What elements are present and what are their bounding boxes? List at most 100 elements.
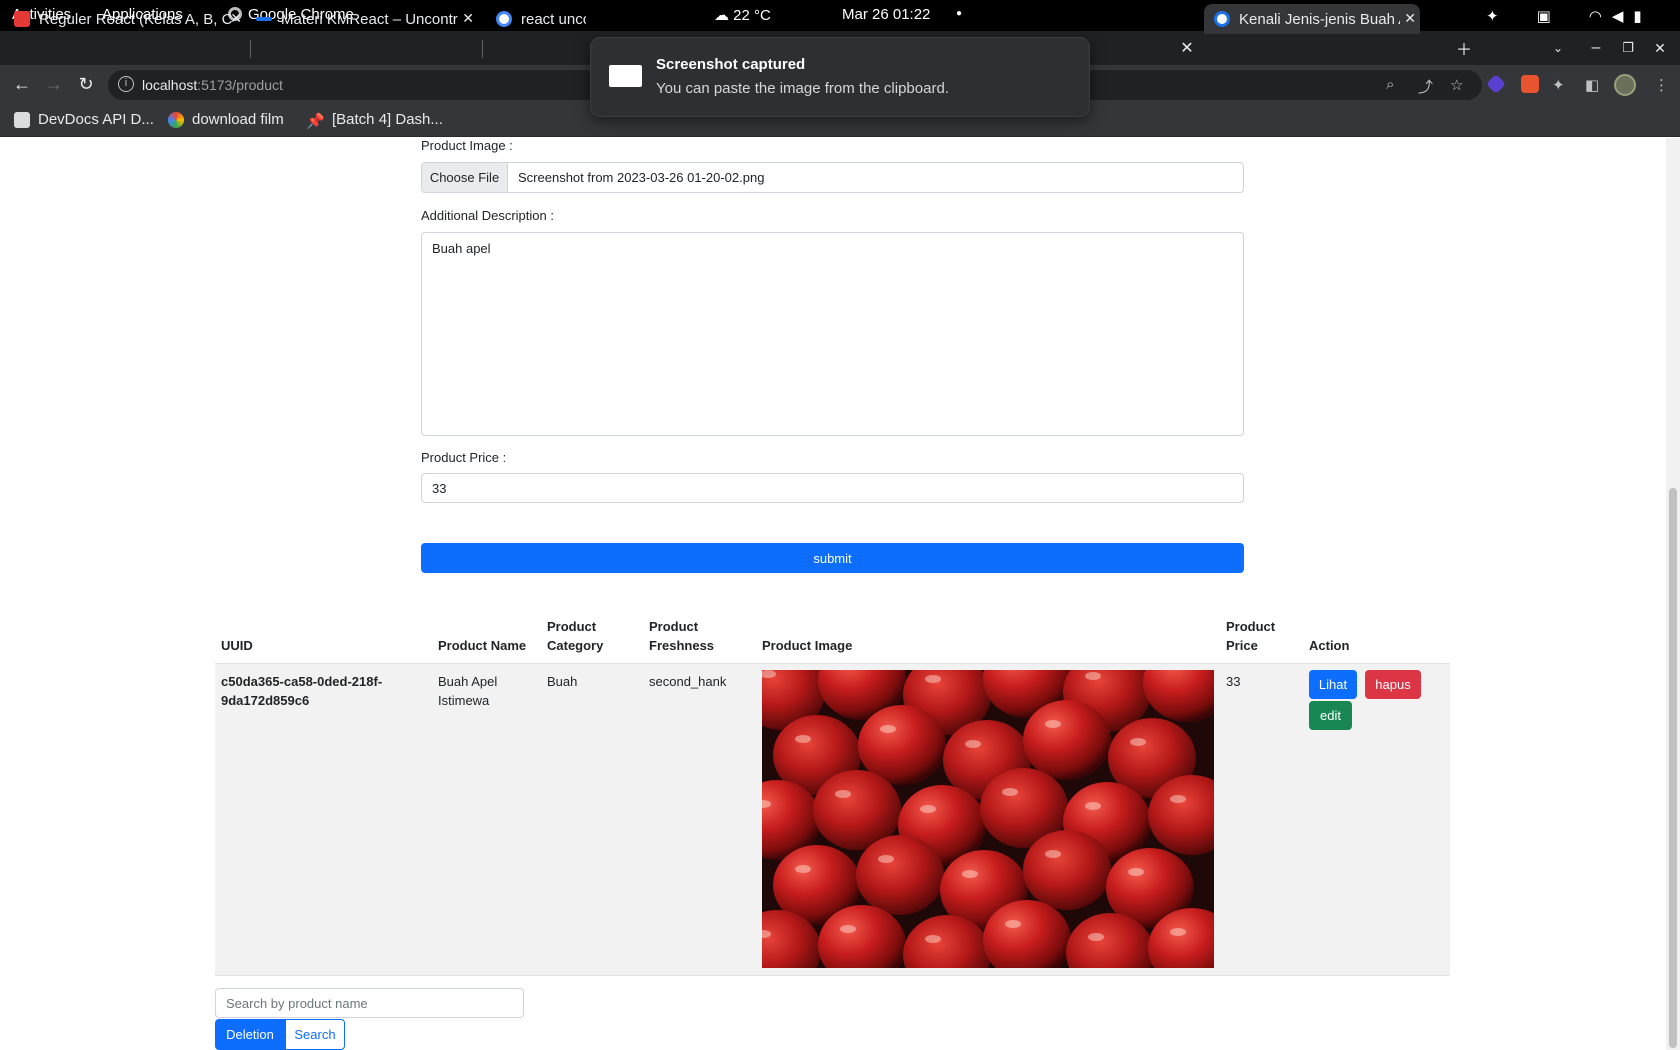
- tab-react-uncontrolled[interactable]: react uncc: [496, 4, 586, 34]
- url-path: :5173/product: [197, 77, 283, 93]
- reload-icon[interactable]: ↻: [75, 74, 97, 95]
- tab-title: react uncc: [521, 10, 586, 28]
- apple-highlight: [920, 805, 936, 813]
- choose-file-button[interactable]: Choose File: [422, 163, 508, 192]
- header-product-freshness: Product Freshness: [649, 617, 714, 655]
- product-price-input[interactable]: [421, 473, 1244, 503]
- apple-highlight: [1088, 933, 1104, 941]
- header-product-image: Product Image: [762, 638, 853, 653]
- apples-photo: [762, 670, 1214, 968]
- table-row: c50da365-ca58-0ded-218f- 9da172d859c6 Bua…: [215, 664, 1450, 976]
- tab-title: Kenali Jenis-jenis Buah Ap: [1239, 10, 1417, 28]
- apple-highlight: [1170, 795, 1186, 803]
- system-top-bar: Activities Applications Google Chrome ☁ …: [0, 0, 1680, 31]
- forward-arrow-icon[interactable]: →: [43, 74, 65, 95]
- profile-avatar[interactable]: [1614, 74, 1636, 96]
- tab-separator: [250, 40, 251, 58]
- apple-highlight: [1085, 802, 1101, 810]
- weather-temp: 22 °C: [733, 7, 771, 24]
- search-by-product-name-input[interactable]: [215, 988, 524, 1018]
- deletion-button[interactable]: Deletion: [215, 1019, 285, 1050]
- tab-favicon: [256, 17, 272, 21]
- apple-highlight: [1170, 928, 1186, 936]
- header-product-price: Product Price: [1226, 617, 1275, 655]
- cell-product-name: Buah Apel Istimewa: [438, 672, 497, 710]
- table-header-row: UUID Product Name Product Category Produc…: [215, 608, 1450, 664]
- header-text: Freshness: [649, 638, 715, 653]
- close-icon[interactable]: ✕: [1172, 31, 1202, 65]
- search-button[interactable]: Search: [285, 1019, 345, 1050]
- apple-highlight: [962, 870, 978, 878]
- pushpin-icon: 📌: [306, 112, 325, 130]
- tab-materi-kmreact[interactable]: Materi KMReact – Uncontr ✕: [256, 4, 478, 34]
- close-icon[interactable]: ✕: [1400, 10, 1416, 27]
- header-text: Product: [547, 619, 597, 634]
- zoom-icon[interactable]: ⌕: [1386, 76, 1394, 93]
- clock[interactable]: Mar 26 01:22: [842, 6, 930, 23]
- apple-highlight: [965, 740, 981, 748]
- close-icon[interactable]: ✕: [462, 10, 474, 27]
- delete-button[interactable]: hapus: [1365, 670, 1421, 699]
- product-table: UUID Product Name Product Category Produc…: [215, 608, 1450, 976]
- submit-button[interactable]: submit: [421, 543, 1244, 573]
- wifi-icon[interactable]: ◠: [1589, 7, 1602, 25]
- cell-uuid: c50da365-ca58-0ded-218f- 9da172d859c6: [221, 672, 382, 710]
- apple-highlight: [795, 735, 811, 743]
- site-info-icon[interactable]: i: [118, 76, 134, 92]
- name-line: Istimewa: [438, 693, 490, 708]
- window-close-icon[interactable]: ✕: [1644, 31, 1676, 65]
- share-icon[interactable]: ⤴: [1418, 76, 1433, 97]
- back-arrow-icon[interactable]: ←: [11, 74, 33, 95]
- weather-indicator[interactable]: ☁ 22 °C: [714, 6, 771, 24]
- extension-puzzle-icon[interactable]: ✦: [1486, 7, 1499, 25]
- extension-red-icon[interactable]: [1521, 75, 1539, 93]
- google-icon: [496, 11, 512, 27]
- product-image-label: Product Image :: [421, 138, 513, 153]
- apple-highlight: [840, 925, 856, 933]
- header-text: Product: [1226, 619, 1276, 634]
- more-menu-icon[interactable]: ⋮: [1654, 76, 1669, 94]
- volume-icon[interactable]: ◀: [1612, 7, 1624, 25]
- battery-icon[interactable]: ▮: [1633, 7, 1641, 25]
- header-uuid: UUID: [221, 638, 253, 653]
- close-icon[interactable]: ✕: [230, 10, 242, 27]
- side-panel-icon[interactable]: ◧: [1585, 76, 1599, 94]
- header-text: Product: [649, 619, 699, 634]
- tab-search-chevron-down-icon[interactable]: ⌄: [1542, 31, 1574, 65]
- screenshot-notification[interactable]: Screenshot captured You can paste the im…: [590, 37, 1090, 117]
- extension-diamond-icon[interactable]: [1486, 74, 1506, 94]
- apple-highlight: [1045, 850, 1061, 858]
- product-image-file-input[interactable]: Choose File Screenshot from 2023-03-26 0…: [421, 162, 1244, 193]
- tab-kenali-jenis-buah[interactable]: Kenali Jenis-jenis Buah Ap ✕: [1204, 4, 1420, 34]
- screenshot-icon: [609, 65, 642, 87]
- additional-description-textarea[interactable]: Buah apel: [421, 232, 1244, 436]
- uuid-line: 9da172d859c6: [221, 693, 310, 708]
- url-host: localhost: [142, 77, 198, 93]
- page-scrollbar[interactable]: [1666, 138, 1680, 1050]
- bookmark-batch4-dashboard[interactable]: 📌 [Batch 4] Dash...: [306, 111, 443, 130]
- restore-icon[interactable]: ❐: [1612, 31, 1644, 65]
- bookmark-devdocs[interactable]: DevDocs API D...: [14, 111, 154, 128]
- tab-title: Reguler React (Kelas A, B, C: [39, 10, 233, 28]
- bookmark-download-film[interactable]: download film: [168, 111, 284, 128]
- new-tab-icon[interactable]: ＋: [1448, 31, 1480, 65]
- view-button[interactable]: Lihat: [1309, 670, 1357, 699]
- header-product-name: Product Name: [438, 638, 527, 653]
- scrollbar-thumb[interactable]: [1669, 488, 1677, 1048]
- edit-button[interactable]: edit: [1309, 701, 1352, 730]
- minimize-icon[interactable]: –: [1580, 31, 1612, 65]
- header-product-category: Product Category: [547, 617, 603, 655]
- clipboard-icon[interactable]: ▣: [1537, 7, 1551, 25]
- page-viewport: Product Image : Choose File Screenshot f…: [0, 138, 1680, 1050]
- tab-separator: [482, 40, 483, 58]
- url-text[interactable]: localhost:5173/product: [142, 77, 283, 93]
- cell-product-freshness: second_hank: [649, 674, 727, 689]
- notification-body: You can paste the image from the clipboa…: [656, 80, 949, 97]
- extensions-puzzle-icon[interactable]: ✦: [1552, 76, 1565, 94]
- bookmark-label: [Batch 4] Dash...: [332, 111, 443, 128]
- cloud-icon: ☁: [714, 7, 729, 24]
- apple-highlight: [1128, 868, 1144, 876]
- tab-reguler-react[interactable]: Reguler React (Kelas A, B, C ✕: [14, 4, 246, 34]
- bookmark-star-icon[interactable]: ☆: [1450, 76, 1463, 94]
- cell-product-price: 33: [1226, 674, 1241, 689]
